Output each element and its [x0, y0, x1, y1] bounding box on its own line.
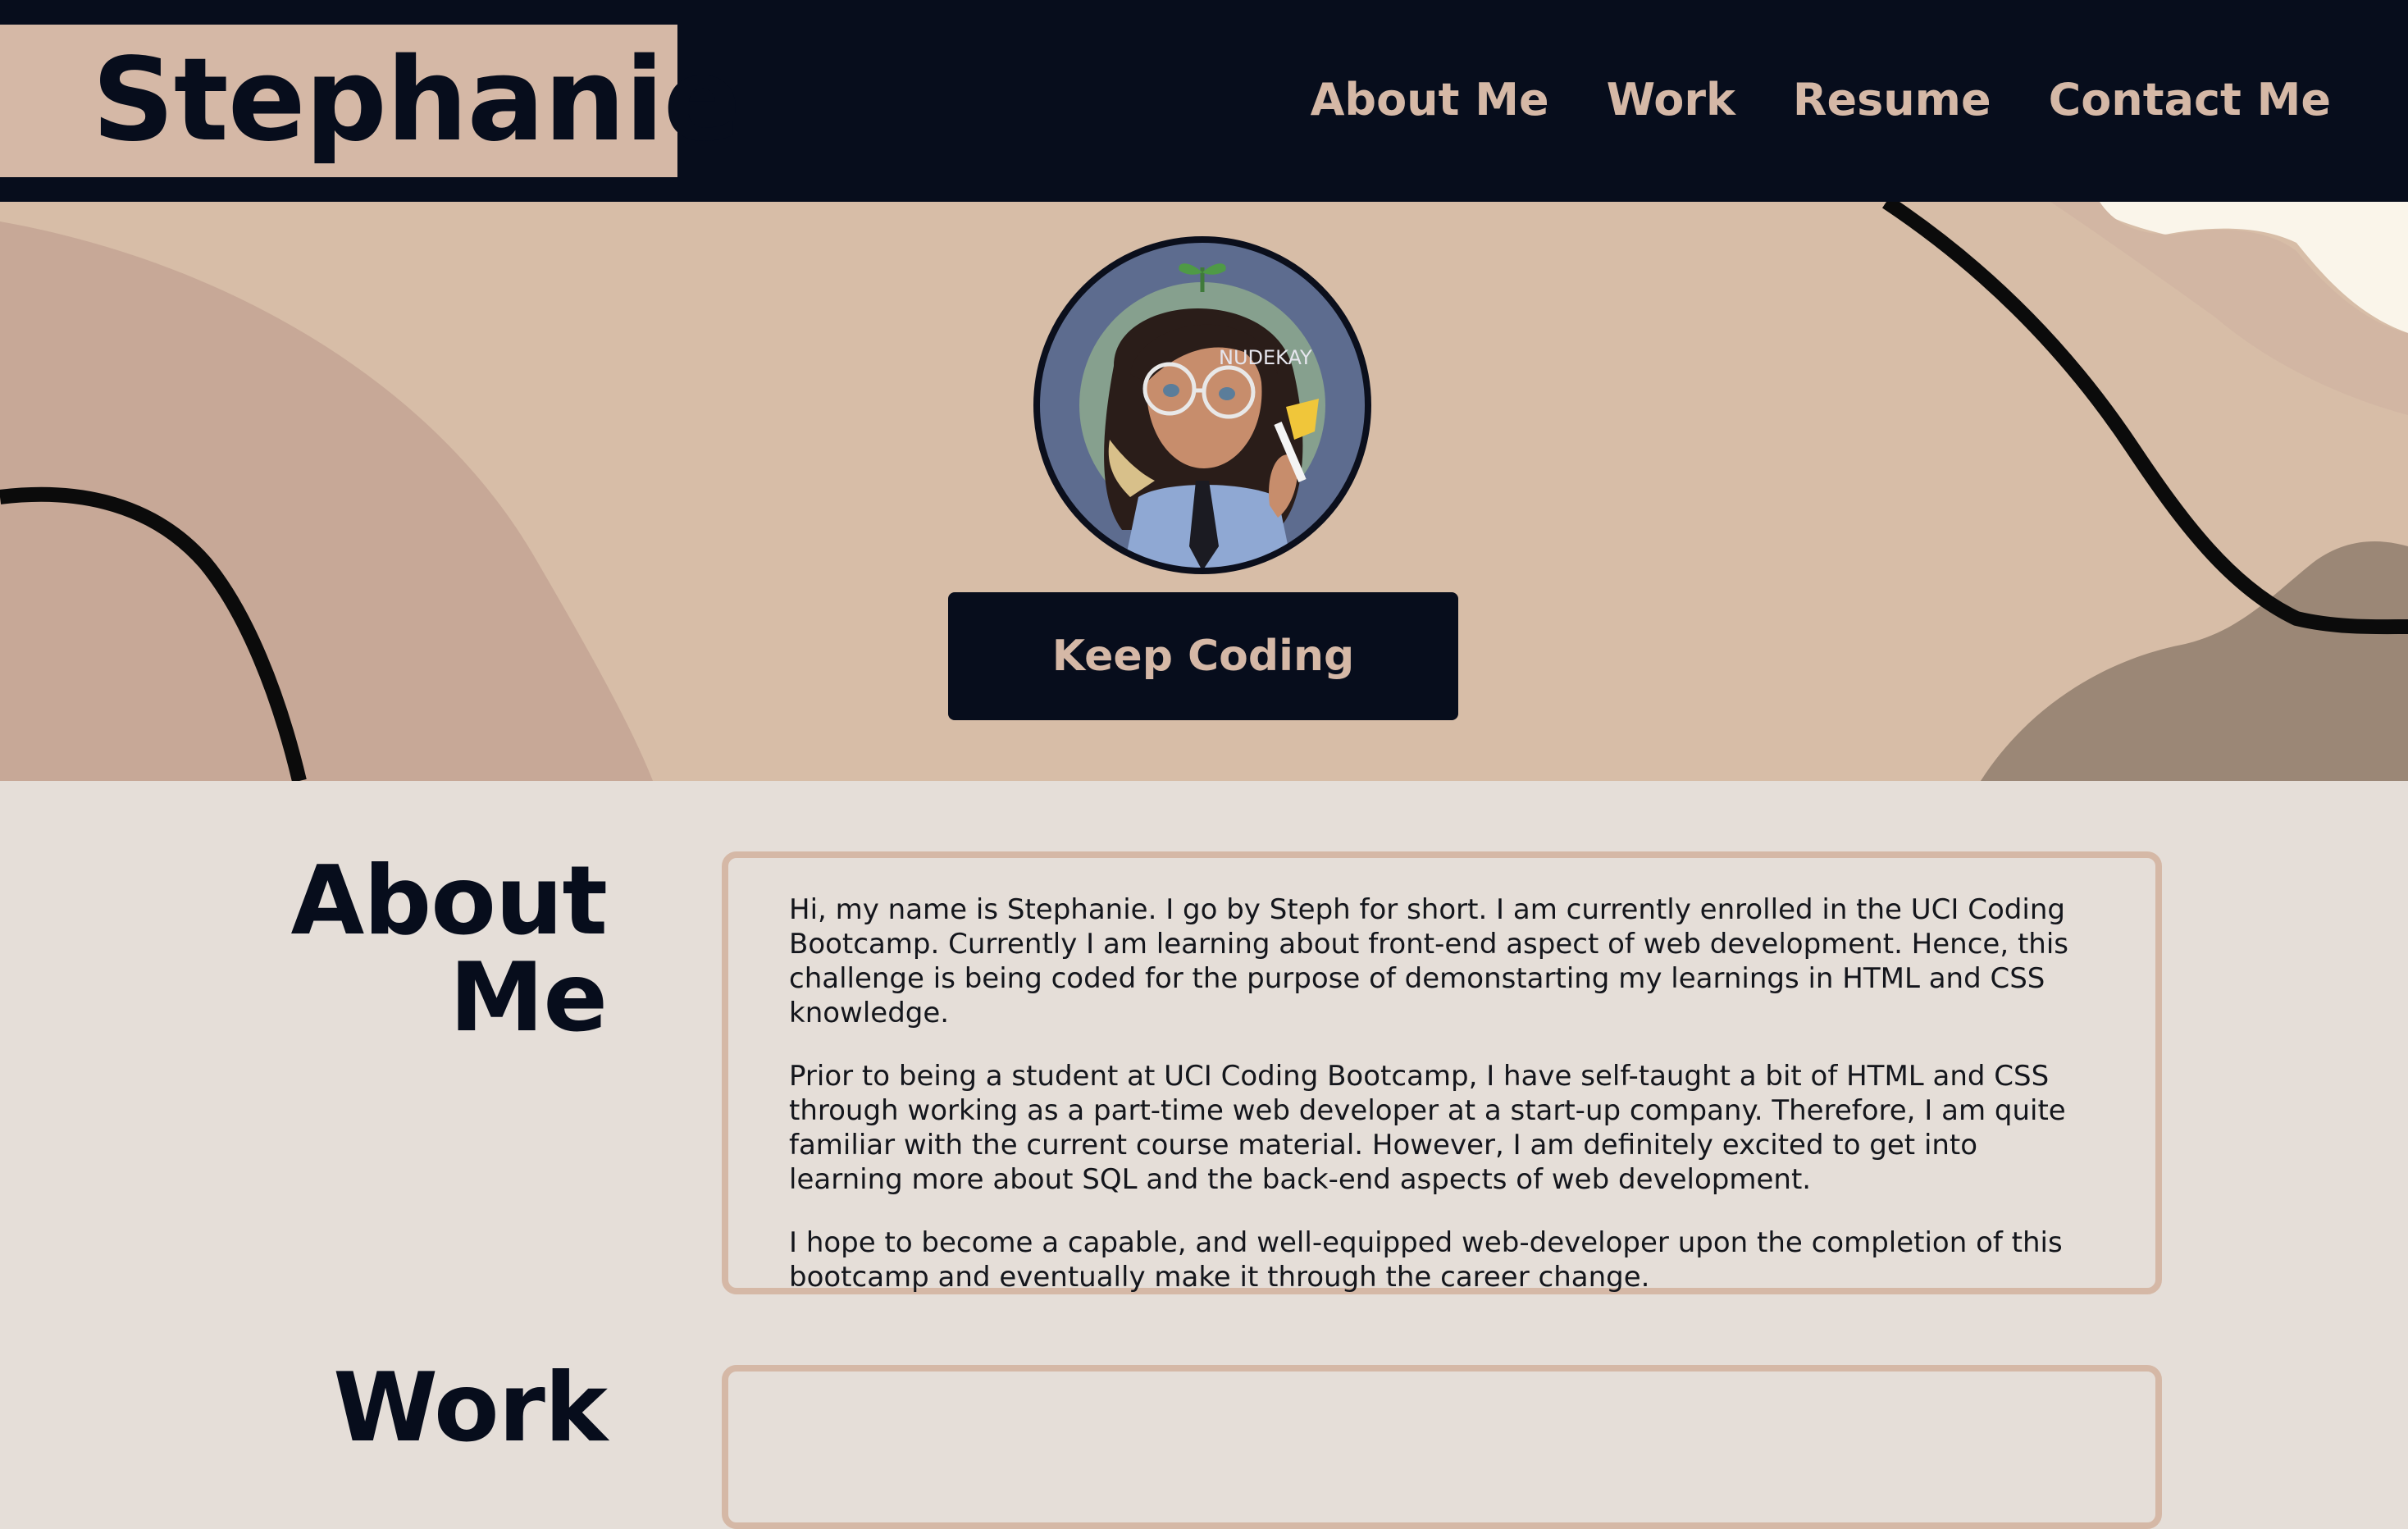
- about-paragraph: Hi, my name is Stephanie. I go by Steph …: [789, 893, 2068, 1029]
- work-heading: Work: [333, 1353, 608, 1463]
- avatar-watermark: NUDEKAY: [1219, 346, 1312, 369]
- keep-coding-button[interactable]: Keep Coding: [948, 592, 1458, 720]
- site-header: Stephanie About Me Work Resume Contact M…: [0, 0, 2408, 202]
- about-paragraph: Prior to being a student at UCI Coding B…: [789, 1060, 2066, 1196]
- nav-contact-me[interactable]: Contact Me: [2049, 69, 2331, 131]
- hero-section: NUDEKAY Keep Coding: [0, 202, 2408, 781]
- profile-avatar: NUDEKAY: [1033, 236, 1371, 574]
- nav-work[interactable]: Work: [1607, 69, 1735, 131]
- nav-about-me[interactable]: About Me: [1311, 69, 1549, 131]
- main-nav: About Me Work Resume Contact Me: [1311, 69, 2331, 131]
- work-card: [722, 1365, 2162, 1529]
- bottom-right-blob-shape: [1981, 541, 2408, 781]
- about-paragraph: I hope to become a capable, and well-equ…: [789, 1226, 2063, 1294]
- about-card: Hi, my name is Stephanie. I go by Steph …: [722, 851, 2162, 1294]
- site-title[interactable]: Stephanie: [92, 39, 741, 162]
- about-heading-line1: About: [290, 846, 608, 956]
- about-heading: About Me: [98, 853, 608, 1047]
- brand-block[interactable]: Stephanie: [0, 25, 741, 177]
- nav-resume[interactable]: Resume: [1793, 69, 1991, 131]
- about-heading-line2: Me: [449, 943, 608, 1053]
